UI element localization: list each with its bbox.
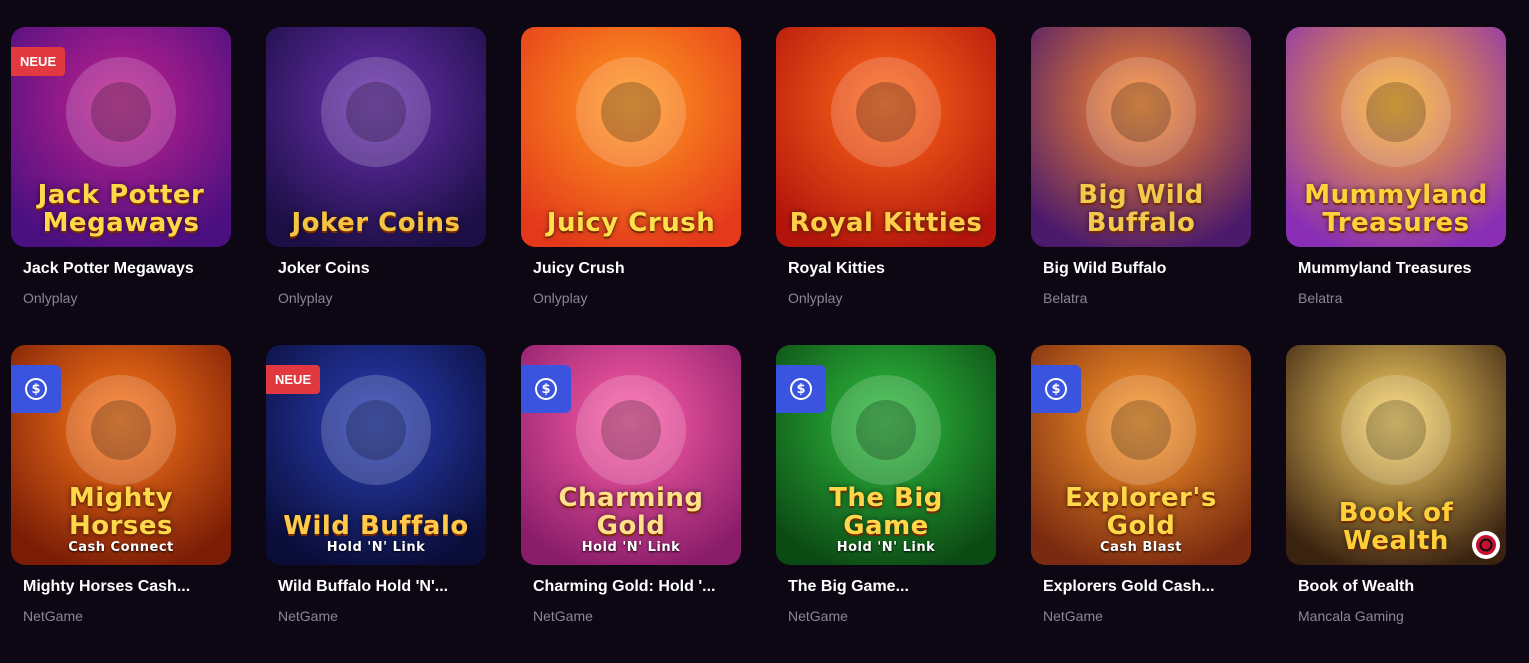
game-logo-text: Charming Gold Hold 'N' Link — [529, 484, 733, 555]
game-title[interactable]: Charming Gold: Hold '... — [533, 577, 741, 597]
game-logo-text: Juicy Crush — [546, 208, 716, 238]
artwork-shape — [346, 400, 406, 460]
game-provider: Onlyplay — [788, 290, 843, 306]
game-logo-text: Mighty Horses Cash Connect — [19, 484, 223, 555]
game-grid: Jack Potter Megaways NEUE Jack Potter Mega… — [11, 27, 1506, 663]
artwork-shape — [91, 400, 151, 460]
artwork-shape — [856, 82, 916, 142]
game-thumbnail[interactable]: Joker Coins — [266, 27, 486, 247]
game-provider: Onlyplay — [23, 290, 78, 306]
game-logo-subtitle: Hold 'N' Link — [836, 540, 936, 555]
game-card[interactable]: The Big Game Hold 'N' Link $ The Big Game..… — [776, 345, 996, 663]
game-provider: Belatra — [1298, 290, 1343, 306]
artwork-shape — [1111, 400, 1171, 460]
game-thumbnail[interactable]: Charming Gold Hold 'N' Link $ — [521, 345, 741, 565]
game-title[interactable]: Book of Wealth — [1298, 577, 1506, 597]
cash-badge: $ — [521, 365, 571, 413]
game-card[interactable]: Joker Coins Joker Coins Onlyplay — [266, 27, 486, 345]
game-title[interactable]: Jack Potter Megaways — [23, 259, 231, 279]
artwork-shape — [601, 82, 661, 142]
game-logo-text: Royal Kitties — [789, 208, 983, 238]
game-thumbnail[interactable]: Big Wild Buffalo — [1031, 27, 1251, 247]
game-thumbnail[interactable]: Explorer's Gold Cash Blast $ — [1031, 345, 1251, 565]
dollar-coin-icon: $ — [1045, 378, 1067, 400]
game-logo-subtitle: Hold 'N' Link — [326, 540, 426, 555]
game-logo-text: The Big Game Hold 'N' Link — [784, 484, 988, 555]
game-title[interactable]: The Big Game... — [788, 577, 996, 597]
game-title[interactable]: Mummyland Treasures — [1298, 259, 1506, 279]
game-thumbnail[interactable]: Book of Wealth — [1286, 345, 1506, 565]
game-title[interactable]: Big Wild Buffalo — [1043, 259, 1251, 279]
game-card[interactable]: Mighty Horses Cash Connect $ Mighty Horses … — [11, 345, 231, 663]
game-title[interactable]: Royal Kitties — [788, 259, 996, 279]
game-thumbnail[interactable]: Wild Buffalo Hold 'N' Link NEUE — [266, 345, 486, 565]
game-provider: NetGame — [1043, 608, 1103, 624]
game-logo-text: Big Wild Buffalo — [1078, 180, 1204, 238]
artwork-shape — [91, 82, 151, 142]
artwork-shape — [601, 400, 661, 460]
game-title[interactable]: Joker Coins — [278, 259, 486, 279]
artwork-shape — [856, 400, 916, 460]
game-title[interactable]: Wild Buffalo Hold 'N'... — [278, 577, 486, 597]
game-logo-text: Book of Wealth — [1338, 498, 1454, 556]
game-provider: NetGame — [533, 608, 593, 624]
game-title[interactable]: Explorers Gold Cash... — [1043, 577, 1251, 597]
game-card[interactable]: Big Wild Buffalo Big Wild Buffalo Belatra — [1031, 27, 1251, 345]
game-provider: Mancala Gaming — [1298, 608, 1404, 624]
game-logo-text: Joker Coins — [291, 208, 461, 238]
artwork-shape — [346, 82, 406, 142]
game-card[interactable]: Royal Kitties Royal Kitties Onlyplay — [776, 27, 996, 345]
new-badge: NEUE — [11, 47, 66, 76]
game-provider: NetGame — [278, 608, 338, 624]
game-logo-subtitle: Cash Connect — [68, 540, 174, 555]
game-thumbnail[interactable]: Mummyland Treasures — [1286, 27, 1506, 247]
cash-badge: $ — [776, 365, 826, 413]
game-provider: Onlyplay — [533, 290, 588, 306]
game-provider: NetGame — [788, 608, 848, 624]
artwork-shape — [1366, 400, 1426, 460]
game-thumbnail[interactable]: Jack Potter Megaways NEUE — [11, 27, 231, 247]
dollar-coin-icon: $ — [535, 378, 557, 400]
game-logo-text: Explorer's Gold Cash Blast — [1039, 484, 1243, 555]
game-provider: Onlyplay — [278, 290, 333, 306]
dollar-coin-icon: $ — [790, 378, 812, 400]
game-provider: Belatra — [1043, 290, 1088, 306]
game-card[interactable]: Mummyland Treasures Mummyland Treasures Be… — [1286, 27, 1506, 345]
game-logo-text: Jack Potter Megaways — [37, 180, 205, 238]
game-card[interactable]: Wild Buffalo Hold 'N' Link NEUE Wild Buffal… — [266, 345, 486, 663]
game-provider: NetGame — [23, 608, 83, 624]
artwork-shape — [1111, 82, 1171, 142]
new-badge: NEUE — [266, 365, 321, 394]
cash-badge: $ — [1031, 365, 1081, 413]
game-card[interactable]: Charming Gold Hold 'N' Link $ Charming Gold… — [521, 345, 741, 663]
game-title[interactable]: Juicy Crush — [533, 259, 741, 279]
game-logo-text: Wild Buffalo Hold 'N' Link — [274, 512, 478, 555]
game-logo-subtitle: Hold 'N' Link — [581, 540, 681, 555]
game-title[interactable]: Mighty Horses Cash... — [23, 577, 231, 597]
game-card[interactable]: Explorer's Gold Cash Blast $ Explorers Gold… — [1031, 345, 1251, 663]
game-logo-subtitle: Cash Blast — [1100, 540, 1182, 555]
game-thumbnail[interactable]: The Big Game Hold 'N' Link $ — [776, 345, 996, 565]
game-thumbnail[interactable]: Juicy Crush — [521, 27, 741, 247]
dollar-coin-icon: $ — [25, 378, 47, 400]
game-card[interactable]: Book of Wealth Book of Wealth Mancala Gami… — [1286, 345, 1506, 663]
game-card[interactable]: Jack Potter Megaways NEUE Jack Potter Mega… — [11, 27, 231, 345]
game-thumbnail[interactable]: Royal Kitties — [776, 27, 996, 247]
game-card[interactable]: Juicy Crush Juicy Crush Onlyplay — [521, 27, 741, 345]
artwork-shape — [1366, 82, 1426, 142]
cash-badge: $ — [11, 365, 61, 413]
game-logo-text: Mummyland Treasures — [1304, 180, 1488, 238]
mancala-logo-icon — [1472, 531, 1500, 559]
game-thumbnail[interactable]: Mighty Horses Cash Connect $ — [11, 345, 231, 565]
